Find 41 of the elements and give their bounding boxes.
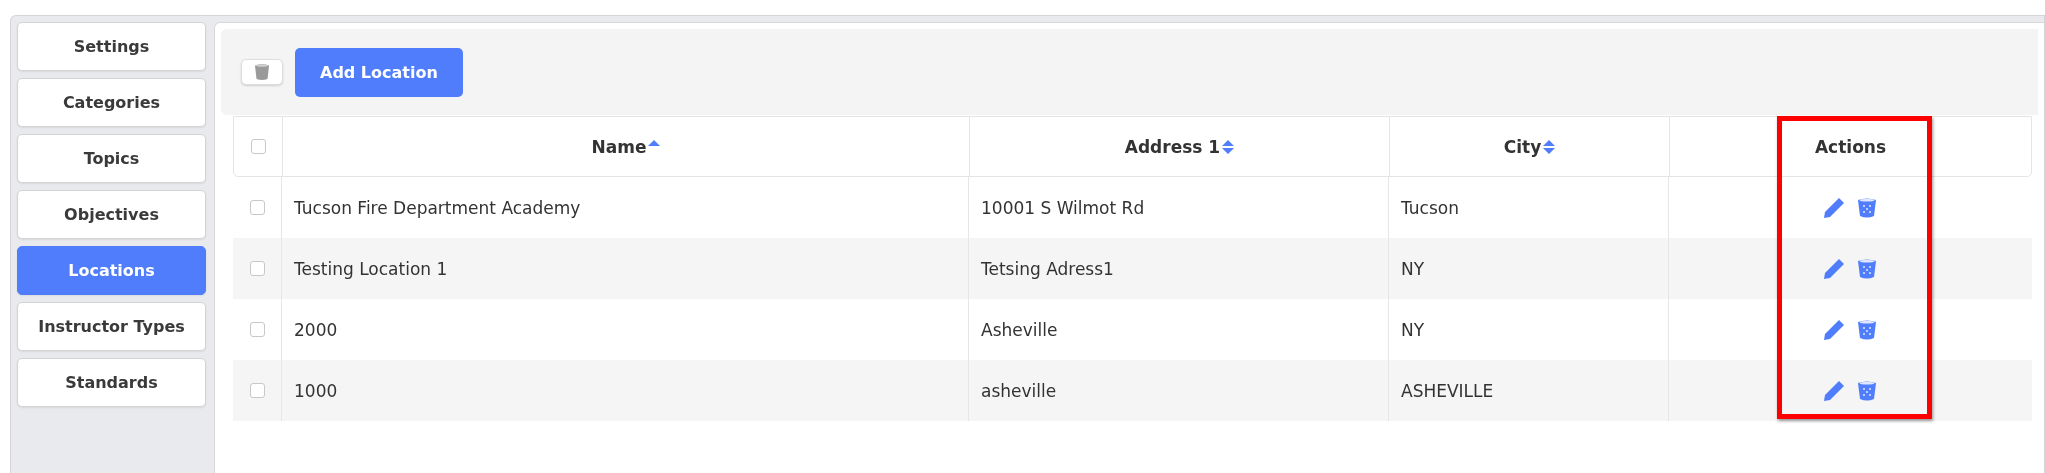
column-header[interactable]: Name: [591, 136, 647, 157]
add-location-button[interactable]: Add Location: [295, 47, 463, 97]
sort-icon[interactable]: [1222, 138, 1235, 155]
table-cell: Tetsing Adress1: [981, 258, 1114, 279]
sidebar-item[interactable]: Categories: [17, 78, 206, 127]
sidebar-item[interactable]: Settings: [17, 22, 206, 71]
pencil-icon[interactable]: [1823, 196, 1845, 219]
sidebar-item[interactable]: Topics: [17, 134, 206, 183]
table-cell: NY: [1401, 319, 1425, 340]
trash-icon[interactable]: [1857, 379, 1877, 402]
select-all-checkbox[interactable]: [250, 139, 266, 154]
sidebar-item[interactable]: Standards: [17, 358, 206, 407]
table-cell: Tucson: [1401, 197, 1459, 218]
trash-icon[interactable]: [1857, 257, 1877, 280]
table-cell: 2000: [294, 319, 338, 340]
pencil-icon[interactable]: [1823, 257, 1845, 280]
column-header[interactable]: City: [1503, 136, 1542, 157]
table-cell: 1000: [294, 380, 338, 401]
table-cell: NY: [1401, 258, 1425, 279]
table-cell: Testing Location 1: [294, 258, 448, 279]
sidebar-item[interactable]: Instructor Types: [17, 302, 206, 351]
table-cell: asheville: [981, 380, 1057, 401]
sort-icon[interactable]: [1543, 138, 1556, 155]
row-checkbox[interactable]: [249, 261, 265, 276]
table-cell: Asheville: [981, 319, 1058, 340]
column-header: Actions: [1814, 136, 1887, 157]
trash-icon[interactable]: [1857, 196, 1877, 219]
row-checkbox[interactable]: [249, 200, 265, 215]
pencil-icon[interactable]: [1823, 318, 1845, 341]
sidebar-item[interactable]: Objectives: [17, 190, 206, 239]
table-cell: ASHEVILLE: [1401, 380, 1494, 401]
pencil-icon[interactable]: [1823, 379, 1845, 402]
row-checkbox[interactable]: [249, 322, 265, 337]
delete-selected-button[interactable]: [241, 59, 283, 85]
column-header[interactable]: Address 1: [1124, 136, 1221, 157]
table-cell: Tucson Fire Department Academy: [294, 197, 581, 218]
sidebar-item[interactable]: Locations: [17, 246, 206, 295]
trash-icon: [254, 63, 270, 81]
trash-icon[interactable]: [1857, 318, 1877, 341]
row-checkbox[interactable]: [249, 383, 265, 398]
table-cell: 10001 S Wilmot Rd: [981, 197, 1145, 218]
